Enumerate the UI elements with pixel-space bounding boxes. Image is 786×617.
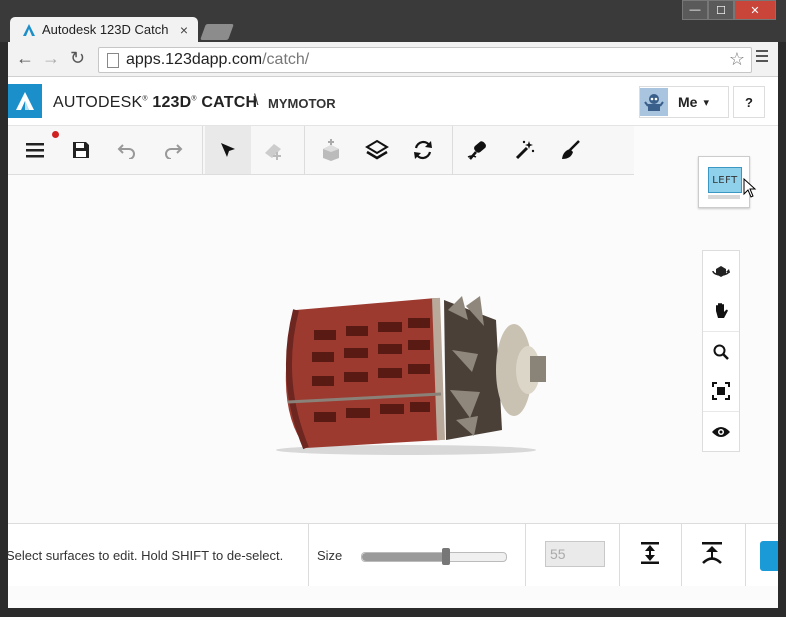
orbit-button[interactable]: [703, 251, 739, 291]
autodesk-favicon-icon: [23, 23, 35, 36]
toolbar-divider: [304, 126, 305, 174]
view-cube-base: [708, 195, 740, 199]
marker-icon: [467, 141, 486, 160]
minimize-button[interactable]: —: [682, 0, 708, 20]
apply-button[interactable]: [760, 541, 778, 571]
browser-tab[interactable]: Autodesk 123D Catch ×: [10, 17, 198, 42]
redo-button[interactable]: [150, 126, 196, 174]
undo-icon: [117, 144, 135, 159]
extrude-out-button[interactable]: [697, 538, 727, 568]
marker-button[interactable]: [456, 126, 502, 174]
look-button[interactable]: [703, 412, 739, 452]
extrude-up-icon: [641, 542, 659, 564]
maximize-button[interactable]: ☐: [708, 0, 734, 20]
brand-title: AUTODESK® 123D® CATCH: [53, 94, 258, 111]
project-name: MYMOTOR: [268, 96, 336, 111]
avatar: [640, 88, 668, 116]
user-menu-label: Me: [678, 94, 698, 110]
pan-icon: [716, 303, 728, 318]
browser-toolbar: ← → ↻ apps.123dapp.com/catch/ ☆: [8, 42, 778, 77]
url-host: apps.123dapp.com: [126, 51, 263, 68]
paint-brush-button[interactable]: [548, 126, 594, 174]
eraser-icon: [265, 144, 281, 160]
edit-bottom-bar: Select surfaces to edit. Hold SHIFT to d…: [8, 523, 778, 587]
tab-strip: Autodesk 123D Catch × — ☐ ✕: [0, 0, 786, 42]
layers-button[interactable]: [354, 126, 400, 174]
forward-arrow-icon[interactable]: →: [42, 48, 60, 69]
undo-button[interactable]: [104, 126, 150, 174]
motor-3d-model[interactable]: [266, 290, 546, 460]
size-value-input[interactable]: 55: [545, 541, 605, 567]
edit-toolbar: [8, 126, 634, 175]
add-object-button[interactable]: [308, 126, 354, 174]
layers-icon: [365, 139, 389, 160]
save-icon: [73, 142, 89, 158]
app-header: AUTODESK® 123D® CATCH \ MYMOTOR Me ▾ ?: [8, 77, 778, 126]
page-icon: [107, 52, 119, 68]
save-button[interactable]: [58, 126, 104, 174]
bottom-divider: [619, 524, 620, 586]
rotate-button[interactable]: [400, 126, 446, 174]
fit-icon: [712, 382, 730, 400]
brand-product: 123D: [152, 94, 192, 111]
app-page: AUTODESK® 123D® CATCH \ MYMOTOR Me ▾ ? L…: [8, 77, 778, 608]
bookmark-star-icon[interactable]: ☆: [729, 49, 745, 70]
magic-wand-icon: [515, 140, 535, 160]
breadcrumb-separator: \: [254, 92, 259, 109]
reload-icon[interactable]: ↻: [70, 48, 85, 69]
extrude-out-icon: [702, 542, 722, 564]
browser-window: Autodesk 123D Catch × — ☐ ✕ ← → ↻ apps.1…: [0, 0, 786, 617]
brand-suffix: CATCH: [201, 94, 258, 111]
magic-wand-button[interactable]: [502, 126, 548, 174]
chevron-down-icon: ▾: [703, 96, 709, 109]
url-path: /catch/: [262, 51, 310, 68]
browser-menu-icon[interactable]: [756, 50, 768, 65]
eraser-tool-button[interactable]: [251, 126, 297, 174]
page-footer: [8, 586, 778, 608]
toolbar-divider: [452, 126, 453, 174]
address-bar[interactable]: apps.123dapp.com/catch/ ☆: [98, 47, 752, 73]
paint-brush-icon: [562, 140, 580, 159]
size-label: Size: [317, 548, 343, 563]
toolbar-divider: [202, 126, 203, 174]
help-button[interactable]: ?: [733, 86, 765, 118]
rotate-icon: [414, 140, 432, 160]
extrude-up-button[interactable]: [635, 538, 665, 568]
menu-icon: [26, 143, 44, 158]
bottom-divider: [525, 524, 526, 586]
user-menu-button[interactable]: Me ▾: [639, 86, 729, 118]
pan-button[interactable]: [703, 291, 739, 332]
view-cube-face[interactable]: LEFT: [708, 167, 742, 193]
size-slider[interactable]: [361, 548, 507, 565]
new-tab-button[interactable]: [200, 24, 234, 40]
select-icon: [221, 143, 235, 157]
fit-to-view-button[interactable]: [703, 371, 739, 412]
robot-avatar-icon: [644, 94, 664, 111]
bottom-divider: [308, 524, 309, 586]
orbit-icon: [712, 266, 730, 277]
size-slider-thumb[interactable]: [441, 548, 450, 565]
tab-title: Autodesk 123D Catch: [42, 22, 169, 37]
navigation-panel: [702, 250, 740, 452]
add-object-icon: [323, 139, 339, 161]
mouse-cursor-icon: [743, 178, 757, 198]
redo-icon: [165, 144, 183, 159]
selection-hint: Select surfaces to edit. Hold SHIFT to d…: [8, 548, 284, 563]
brand-prefix: AUTODESK: [53, 94, 143, 111]
size-slider-fill: [362, 553, 446, 561]
bottom-divider: [745, 524, 746, 586]
close-window-button[interactable]: ✕: [734, 0, 776, 20]
back-arrow-icon[interactable]: ←: [16, 48, 34, 69]
zoom-button[interactable]: [703, 332, 739, 372]
select-tool-button[interactable]: [205, 126, 251, 174]
zoom-icon: [713, 344, 729, 360]
window-controls: — ☐ ✕: [682, 0, 776, 20]
tab-close-icon[interactable]: ×: [180, 22, 188, 38]
look-icon: [712, 427, 730, 437]
autodesk-logo-icon[interactable]: [8, 84, 42, 118]
bottom-divider: [681, 524, 682, 586]
